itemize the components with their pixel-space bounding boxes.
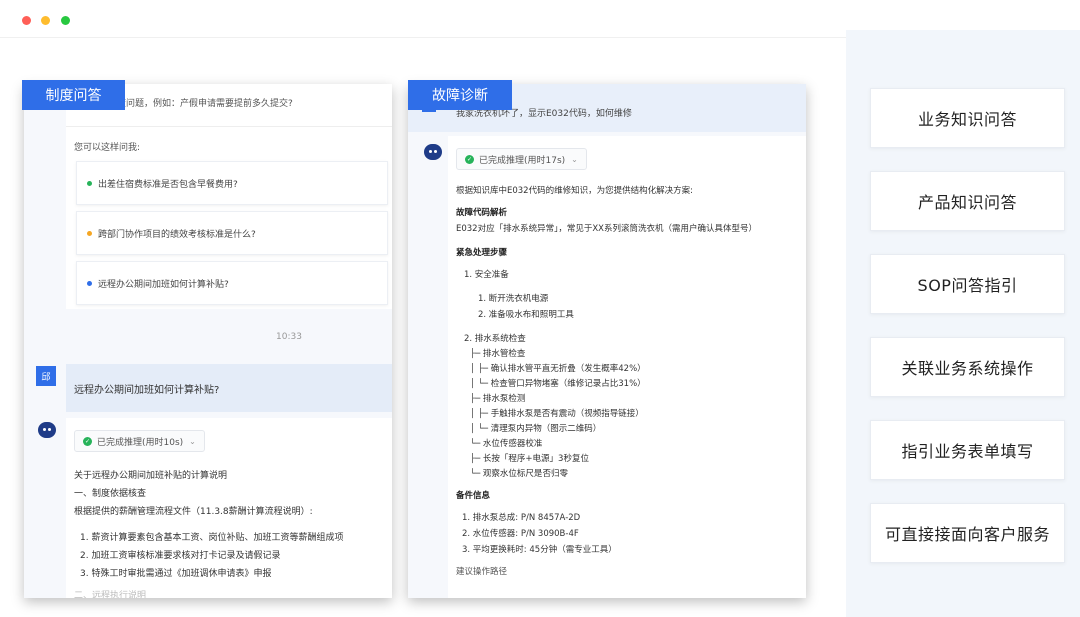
answer-line: │ └─ 检查管口异物堵塞（维修记录占比31%） [470,379,646,389]
answer-line: 1. 安全准备 [464,270,509,280]
suggestion-item[interactable]: 出差住宿费标准是否包含早餐费用? [76,161,388,205]
divider [66,126,392,127]
answer-heading: 紧急处理步骤 [456,248,508,258]
bullet-icon [87,180,92,186]
policy-qa-tag: 制度问答 [22,80,125,110]
answer-line: 2. 加班工资审核标准要求核对打卡记录及请假记录 [80,551,281,561]
answer-line: 3. 平均更换耗时: 45分钟（需专业工具） [462,545,617,555]
feature-product-qa-button[interactable]: 产品知识问答 [870,171,1065,231]
chevron-down-icon: ⌄ [189,436,196,446]
answer-line: 建议操作路径 [456,567,508,577]
app-window: 制度问答 …请有关制度问题，例如：产假申请需要提前多久提交? 您可以这样问我: … [0,0,1080,617]
answer-heading: 故障代码解析 [456,208,508,218]
maximize-dot-icon[interactable] [61,16,70,25]
fault-diagnosis-tag: 故障诊断 [408,80,512,110]
answer-line: 关于远程办公期间加班补贴的计算说明 [74,471,228,481]
answer-line: 1. 断开洗衣机电源 [478,294,549,304]
answer-line: ├─ 长按「程序+电源」3秒复位 [470,454,589,464]
close-dot-icon[interactable] [22,16,31,25]
message-timestamp: 10:33 [276,332,302,342]
bullet-icon [87,280,92,286]
user-message: 远程办公期间加班如何计算补贴? [66,364,392,412]
policy-qa-card: …请有关制度问题，例如：产假申请需要提前多久提交? 您可以这样问我: 出差住宿费… [24,84,392,598]
suggestion-label: 跨部门协作项目的绩效考核标准是什么? [98,229,256,240]
check-icon: ✓ [83,436,92,446]
answer-heading: 备件信息 [456,491,491,501]
suggestion-label: 远程办公期间加班如何计算补贴? [98,279,229,290]
answer-line: │ └─ 清理泵内异物（图示二维码） [470,424,602,434]
check-icon: ✓ [465,154,474,164]
answer-line: 根据知识库中E032代码的维修知识，为您提供结构化解决方案: [456,186,693,196]
user-avatar: 邱 [36,366,56,386]
feature-system-operation-button[interactable]: 关联业务系统操作 [870,337,1065,397]
suggestion-item[interactable]: 远程办公期间加班如何计算补贴? [76,261,388,305]
feature-panel: 业务知识问答 产品知识问答 SOP问答指引 关联业务系统操作 指引业务表单填写 … [846,30,1080,617]
answer-line: E032对应「排水系统异常」，常见于XX系列滚筒洗衣机（需用户确认具体型号） [456,224,757,234]
answer-line: │ ├─ 手触排水泵是否有震动（视频指导链接） [470,409,644,419]
reasoning-status-pill[interactable]: ✓ 已完成推理(用时10s) ⌄ [74,430,205,452]
fault-diagnosis-card: 我家洗衣机坏了，显示E032代码，如何维修 ✓ 已完成推理(用时17s) ⌄ 根… [408,84,806,598]
answer-line: └─ 观察水位标尺是否归零 [470,469,568,479]
answer-line: 一、制度依据核查 [74,489,147,499]
feature-business-qa-button[interactable]: 业务知识问答 [870,88,1065,148]
answer-line: 3. 特殊工时审批需通过《加班调休申请表》申报 [80,569,272,579]
reasoning-status-pill[interactable]: ✓ 已完成推理(用时17s) ⌄ [456,148,587,170]
answer-line: 1. 薪资计算要素包含基本工资、岗位补贴、加班工资等薪酬组成项 [80,533,344,543]
bullet-icon [87,230,92,236]
bot-avatar-icon [38,422,56,438]
answer-line: │ ├─ 确认排水管平直无折叠（发生概率42%） [470,364,646,374]
answer-line: 1. 排水泵总成: P/N 8457A-2D [462,513,581,523]
answer-line: ├─ 排水管检查 [470,349,526,359]
suggestion-hint: 您可以这样问我: [74,143,141,153]
suggestion-label: 出差住宿费标准是否包含早餐费用? [98,179,238,190]
answer-line: 2. 水位传感器: P/N 3090B-4F [462,529,579,539]
minimize-dot-icon[interactable] [41,16,50,25]
reasoning-status: 已完成推理(用时17s) [479,155,566,166]
feature-form-filling-button[interactable]: 指引业务表单填写 [870,420,1065,480]
feature-customer-service-button[interactable]: 可直接接面向客户服务 [870,503,1065,563]
suggestion-item[interactable]: 跨部门协作项目的绩效考核标准是什么? [76,211,388,255]
answer-line: 2. 排水系统检查 [464,334,526,344]
answer-line: ├─ 排水泵检测 [470,394,526,404]
bot-avatar-icon [424,144,442,160]
answer-line: 根据提供的薪酬管理流程文件（11.3.8薪酬计算流程说明）: [74,507,313,517]
answer-line: └─ 水位传感器校准 [470,439,543,449]
reasoning-status: 已完成推理(用时10s) [97,437,184,448]
feature-sop-guide-button[interactable]: SOP问答指引 [870,254,1065,314]
chevron-down-icon: ⌄ [571,154,578,164]
answer-line: 二、远程执行说明 [74,591,147,598]
answer-line: 2. 准备吸水布和照明工具 [478,310,574,320]
